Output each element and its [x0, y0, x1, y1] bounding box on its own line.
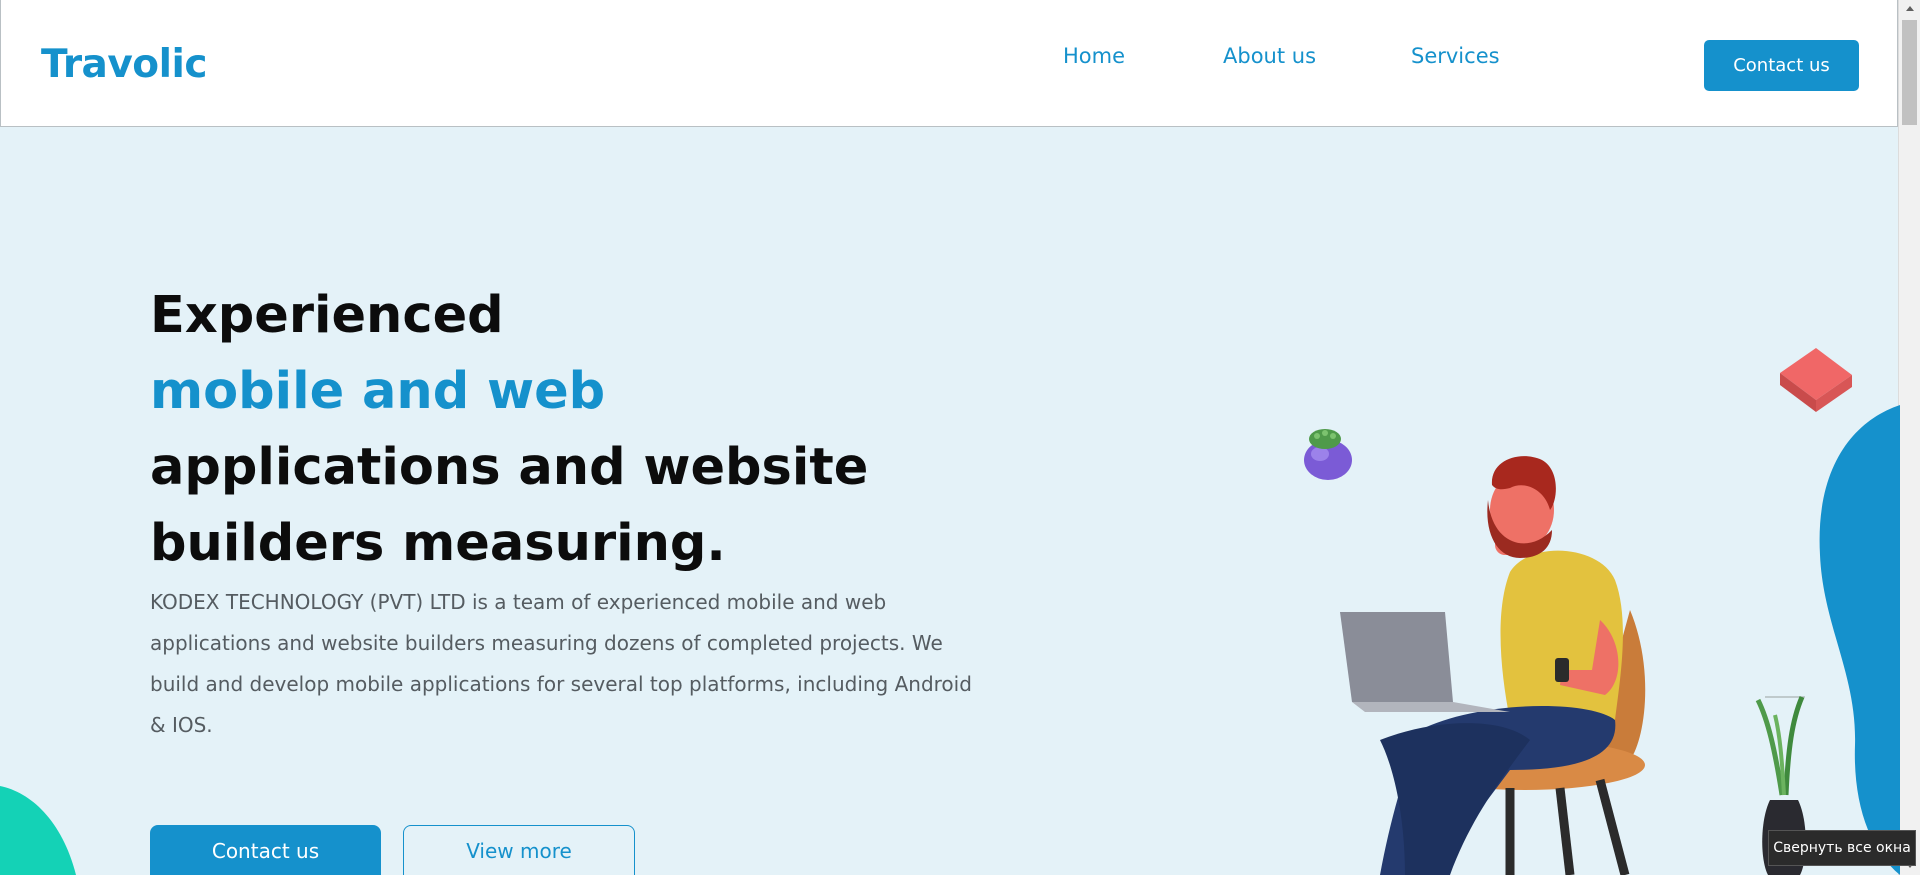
- hero-contact-button[interactable]: Contact us: [150, 825, 381, 875]
- nav-link-home[interactable]: Home: [1063, 44, 1125, 68]
- hero-heading-line-3: applications and website: [150, 438, 869, 497]
- nav-link-services[interactable]: Services: [1411, 44, 1500, 68]
- hero-heading-line-1: Experienced: [150, 286, 504, 345]
- show-desktop-tooltip: Свернуть все окна: [1768, 830, 1916, 866]
- person-with-laptop-illustration: [1304, 348, 1852, 875]
- hero-heading-line-4: builders measuring.: [150, 514, 726, 573]
- laptop-icon: [1340, 612, 1510, 712]
- floating-pot-plant-icon: [1304, 429, 1352, 480]
- scrollbar-thumb[interactable]: [1902, 20, 1917, 125]
- hero-heading-accent: mobile and web: [150, 362, 606, 421]
- nav-link-about-us[interactable]: About us: [1223, 44, 1316, 68]
- hero-heading: Experienced mobile and web applications …: [150, 278, 1050, 582]
- teal-blob-decoration: [0, 786, 76, 875]
- header-contact-button[interactable]: Contact us: [1704, 40, 1859, 91]
- floating-red-block-icon: [1780, 348, 1852, 412]
- site-logo[interactable]: Travolic: [41, 42, 207, 87]
- site-header: Travolic Home About us Services Contact …: [0, 0, 1898, 127]
- hero-description: KODEX TECHNOLOGY (PVT) LTD is a team of …: [150, 590, 972, 737]
- hero-view-more-button[interactable]: View more: [403, 825, 635, 875]
- scroll-up-arrow-icon[interactable]: [1899, 0, 1920, 18]
